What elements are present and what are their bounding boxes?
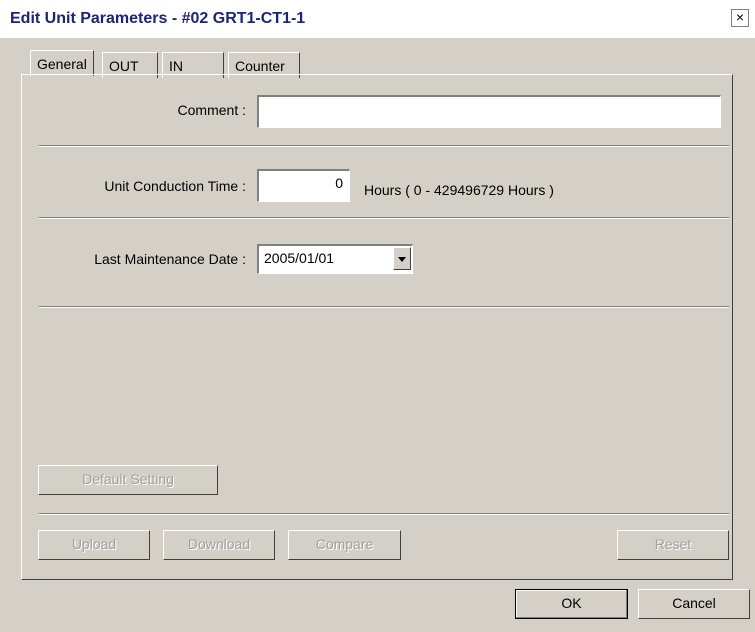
ok-button[interactable]: OK <box>515 589 628 619</box>
divider-4 <box>39 513 729 515</box>
upload-button[interactable]: Upload <box>38 530 150 560</box>
general-tab-panel <box>21 74 733 580</box>
divider-2 <box>39 217 729 219</box>
close-icon[interactable]: × <box>731 9 749 27</box>
tab-general-label: General <box>37 56 87 72</box>
cancel-button[interactable]: Cancel <box>638 589 750 619</box>
tab-counter-label: Counter <box>235 58 285 74</box>
conduction-time-value: 0 <box>335 175 343 191</box>
title-bar: Edit Unit Parameters - #02 GRT1-CT1-1 × <box>0 0 755 38</box>
conduction-time-hint: Hours ( 0 - 429496729 Hours ) <box>364 182 554 198</box>
comment-label: Comment : <box>177 102 246 118</box>
maintenance-date-select[interactable]: 2005/01/01 <box>257 244 413 274</box>
download-button[interactable]: Download <box>163 530 275 560</box>
comment-input[interactable] <box>257 95 721 128</box>
tab-out-label: OUT <box>109 58 139 74</box>
maintenance-date-value: 2005/01/01 <box>264 250 335 266</box>
default-setting-button[interactable]: Default Setting <box>38 465 218 495</box>
conduction-time-input[interactable]: 0 <box>257 169 350 202</box>
maintenance-date-label: Last Maintenance Date : <box>94 251 246 267</box>
tab-in-label: IN <box>169 58 183 74</box>
reset-button[interactable]: Reset <box>617 530 729 560</box>
chevron-down-icon[interactable] <box>393 247 411 270</box>
conduction-time-label: Unit Conduction Time : <box>104 178 246 194</box>
divider-1 <box>39 145 729 147</box>
edit-unit-parameters-dialog: Edit Unit Parameters - #02 GRT1-CT1-1 × … <box>0 0 755 632</box>
tab-general[interactable]: General <box>30 50 94 76</box>
window-title: Edit Unit Parameters - #02 GRT1-CT1-1 <box>10 10 306 27</box>
divider-3 <box>39 306 729 308</box>
compare-button[interactable]: Compare <box>288 530 401 560</box>
